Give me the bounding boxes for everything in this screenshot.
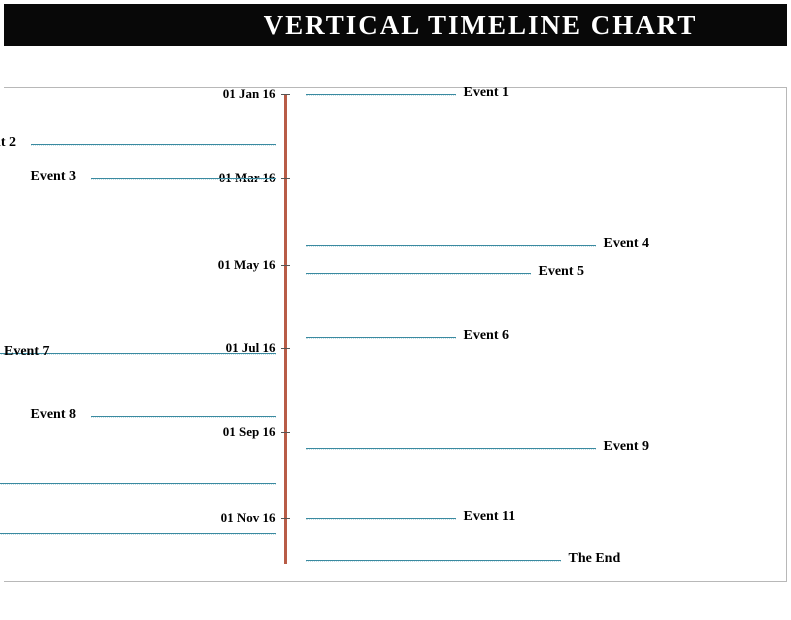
event-label: Event 1 [464, 85, 510, 101]
event-line [306, 337, 456, 339]
event-label: Event 2 [0, 135, 16, 151]
event-label: The End [569, 551, 621, 567]
date-label: 01 May 16 [206, 257, 276, 273]
axis-tick [281, 265, 290, 266]
event-line [306, 245, 596, 247]
page-title: VERTICAL TIMELINE CHART [4, 10, 787, 41]
event-line [306, 94, 456, 96]
event-line [306, 518, 456, 520]
event-line [306, 273, 531, 275]
event-label: Event 5 [539, 264, 585, 280]
date-label: 01 Nov 16 [206, 510, 276, 526]
axis-tick [281, 178, 290, 179]
axis-tick [281, 348, 290, 349]
event-label: Event 7 [4, 344, 50, 360]
axis-tick [281, 94, 290, 95]
event-line [306, 448, 596, 450]
event-line [306, 560, 561, 562]
event-label: Event 3 [31, 169, 77, 185]
timeline-chart: 01 Jan 1601 Mar 1601 May 1601 Jul 1601 S… [4, 87, 787, 582]
event-line [31, 144, 276, 146]
event-line [0, 533, 276, 535]
event-line [0, 483, 276, 485]
event-label: Event 4 [604, 236, 650, 252]
event-line [91, 416, 276, 418]
event-label: Event 6 [464, 328, 510, 344]
event-label: Event 8 [31, 407, 77, 423]
event-line [91, 178, 276, 180]
timeline-axis [284, 94, 287, 564]
date-label: 01 Jan 16 [206, 86, 276, 102]
event-label: Event 11 [464, 509, 516, 525]
date-label: 01 Sep 16 [206, 424, 276, 440]
axis-tick [281, 432, 290, 433]
event-label: Event 9 [604, 439, 650, 455]
axis-tick [281, 518, 290, 519]
header: VERTICAL TIMELINE CHART [4, 4, 787, 46]
